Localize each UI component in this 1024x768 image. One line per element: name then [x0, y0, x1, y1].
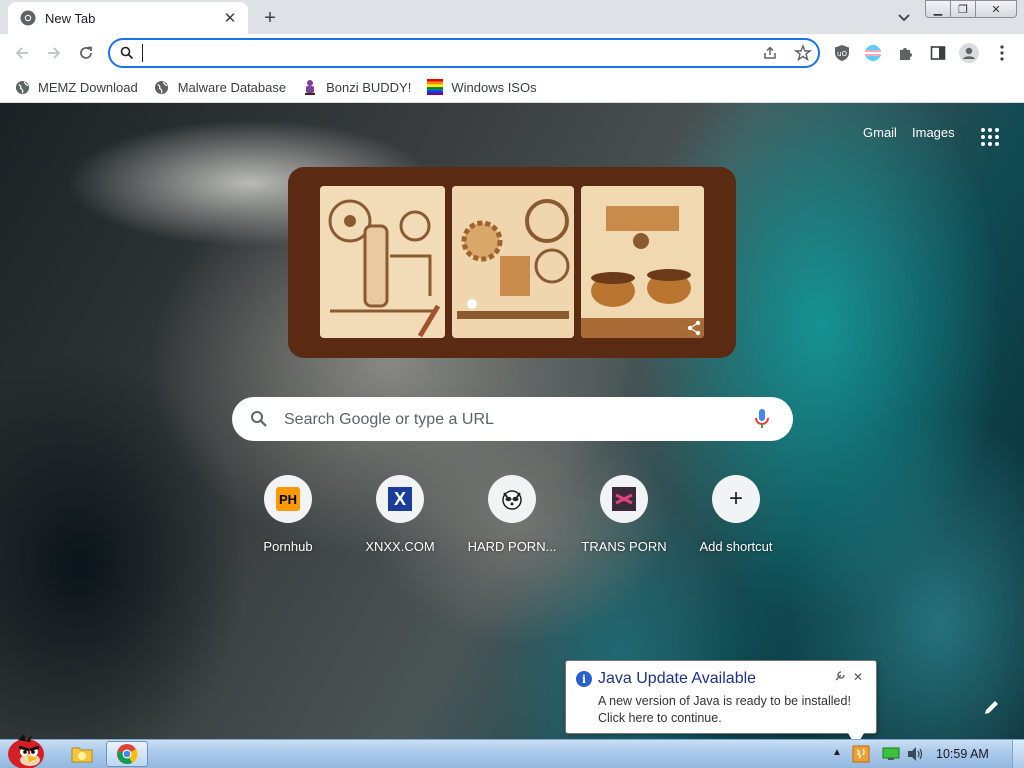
forward-arrow-icon [48, 47, 61, 59]
svg-text:uO: uO [837, 50, 847, 58]
bookmark-star-icon[interactable] [794, 44, 812, 62]
toolbar: uO [0, 34, 1024, 72]
show-hidden-icons-arrow[interactable]: ▲ [832, 747, 842, 758]
bonzi-icon [302, 79, 318, 95]
tab-search-icon[interactable] [896, 9, 912, 25]
menu-kebab-icon[interactable] [992, 43, 1012, 63]
shortcut-icon-circle: X [376, 475, 424, 523]
doodle-panel-coffee [581, 186, 704, 338]
tab-close-icon[interactable]: ✕ [222, 10, 238, 27]
profile-avatar-icon[interactable] [959, 43, 979, 63]
notification-line1: A new version of Java is ready to be ins… [598, 694, 851, 708]
start-button-angry-bird-icon[interactable] [4, 732, 48, 768]
shortcut-label: Add shortcut [699, 539, 773, 554]
share-icon[interactable] [762, 45, 778, 61]
globe-icon [154, 79, 170, 95]
customize-pencil-icon[interactable] [980, 695, 1004, 719]
shortcut-pornhub[interactable]: PH Pornhub [232, 475, 344, 554]
notification-close-icon[interactable]: ✕ [853, 670, 863, 684]
search-icon [251, 411, 267, 427]
trans-flag-extension-icon[interactable] [863, 43, 883, 63]
notification-title: Java Update Available [598, 670, 757, 687]
chrome-icon [117, 744, 138, 765]
shortcut-icon-circle: + [712, 475, 760, 523]
extensions-puzzle-icon[interactable] [896, 43, 916, 63]
bookmark-label: Malware Database [177, 79, 287, 95]
shortcut-icon-circle [488, 475, 536, 523]
microphone-icon[interactable] [754, 408, 770, 430]
shortcut-xnxx[interactable]: X XNXX.COM [344, 475, 456, 554]
new-tab-page: Gmail Images Search Google or type a URL… [0, 103, 1024, 739]
google-search-box[interactable]: Search Google or type a URL [232, 397, 793, 441]
images-link[interactable]: Images [912, 125, 955, 140]
trans-porn-icon [612, 487, 636, 511]
tab-title: New Tab [45, 10, 96, 26]
tab-strip: New Tab ✕ + ▁ ❐ ✕ [0, 0, 1024, 34]
close-window-button[interactable]: ✕ [975, 0, 1017, 18]
window-controls: ▁ ❐ ✕ [925, 0, 1017, 18]
taskbar-chrome[interactable] [106, 741, 148, 767]
show-desktop-button[interactable] [1012, 740, 1024, 768]
shortcut-label: HARD PORN... [467, 539, 557, 554]
bookmark-memz-download[interactable]: MEMZ Download [14, 79, 138, 95]
bookmark-malware-database[interactable]: Malware Database [154, 79, 286, 95]
network-icon[interactable] [882, 747, 900, 761]
folder-icon [71, 747, 93, 763]
gmail-link[interactable]: Gmail [863, 125, 897, 140]
back-button[interactable] [10, 41, 34, 65]
search-placeholder: Search Google or type a URL [284, 411, 494, 428]
java-tray-icon[interactable] [852, 745, 870, 763]
shortcut-add[interactable]: + Add shortcut [680, 475, 792, 554]
tab-new-tab[interactable]: New Tab ✕ [8, 2, 248, 34]
taskbar-clock[interactable]: 10:59 AM [936, 747, 989, 761]
bookmark-label: Bonzi BUDDY! [326, 79, 412, 95]
bookmark-windows-isos[interactable]: Windows ISOs [427, 79, 537, 95]
chrome-icon [20, 10, 36, 26]
bookmark-label: MEMZ Download [38, 79, 138, 95]
shortcut-trans-porn[interactable]: TRANS PORN [568, 475, 680, 554]
volume-icon[interactable] [906, 746, 924, 762]
new-tab-button[interactable]: + [258, 7, 282, 29]
bookmark-bonzi-buddy[interactable]: Bonzi BUDDY! [302, 79, 411, 95]
globe-icon [14, 79, 30, 95]
shortcut-label: Pornhub [263, 539, 313, 554]
notification-line2: Click here to continue. [598, 711, 722, 725]
shortcut-label: TRANS PORN [581, 539, 667, 554]
shortcut-icon-circle [600, 475, 648, 523]
windows-flag-icon [427, 79, 444, 95]
shortcut-icon-circle: PH [264, 475, 312, 523]
raccoon-icon [502, 490, 522, 510]
address-input[interactable] [142, 44, 742, 62]
doodle-panel-gears [452, 186, 574, 338]
options-wrench-icon[interactable] [834, 670, 846, 682]
ublock-icon[interactable]: uO [832, 43, 852, 63]
shortcut-label: XNXX.COM [365, 539, 435, 554]
pornhub-icon: PH [276, 487, 300, 511]
side-panel-icon[interactable] [928, 43, 948, 63]
reload-icon [80, 46, 92, 59]
taskbar-explorer[interactable] [66, 741, 98, 767]
info-icon: i [576, 671, 592, 687]
restore-button[interactable]: ❐ [950, 0, 976, 18]
search-icon [120, 46, 134, 60]
bookmark-label: Windows ISOs [451, 79, 537, 95]
google-doodle[interactable] [288, 167, 736, 358]
notification-body: A new version of Java is ready to be ins… [598, 693, 851, 727]
add-icon: + [728, 485, 743, 512]
shortcut-hard-porn[interactable]: HARD PORN... [456, 475, 568, 554]
java-update-notification[interactable]: i Java Update Available A new version of… [565, 660, 877, 747]
bookmarks-bar: MEMZ Download Malware Database Bonzi BUD… [0, 72, 1024, 103]
taskbar: ▲ 10:59 AM [0, 734, 1024, 768]
minimize-button[interactable]: ▁ [925, 0, 951, 18]
reload-button[interactable] [74, 41, 98, 65]
xnxx-icon: X [388, 487, 412, 511]
doodle-panel-machine [320, 186, 445, 338]
doodle-share-icon[interactable] [686, 320, 702, 336]
address-bar[interactable] [108, 38, 820, 68]
google-apps-icon[interactable] [978, 125, 1002, 149]
back-arrow-icon [15, 47, 28, 59]
forward-button[interactable] [42, 41, 66, 65]
